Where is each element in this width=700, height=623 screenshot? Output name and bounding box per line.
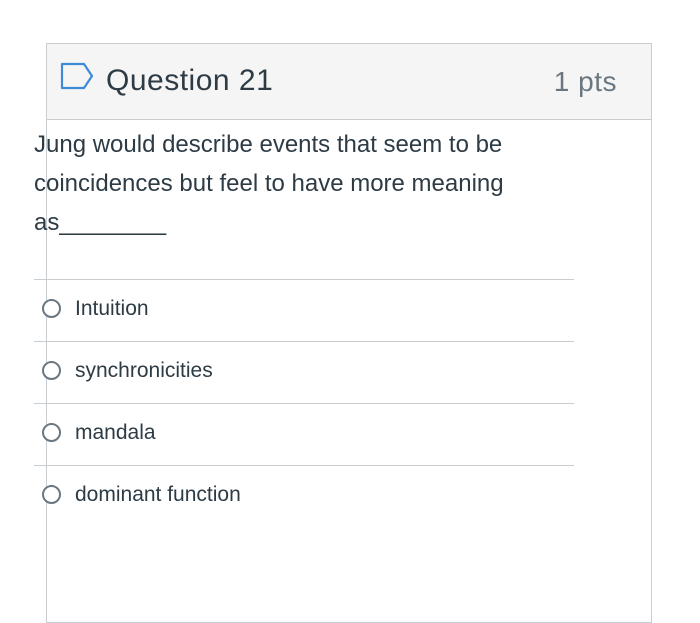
answer-option[interactable]: synchronicities [34, 341, 574, 403]
radio-button[interactable] [42, 361, 61, 380]
answer-label[interactable]: Intuition [75, 296, 149, 322]
question-header: Question 21 1 pts [47, 44, 651, 120]
question-points: 1 pts [553, 66, 617, 97]
radio-button[interactable] [42, 423, 61, 442]
radio-button[interactable] [42, 485, 61, 504]
question-title: Question 21 [106, 64, 274, 97]
answer-option[interactable]: mandala [34, 403, 574, 465]
question-text: Jung would describe events that seem to … [34, 131, 504, 236]
answer-list: Intuition synchronicities mandala domina… [34, 279, 574, 527]
answer-option[interactable]: dominant function [34, 465, 574, 527]
answer-label[interactable]: synchronicities [75, 358, 213, 384]
answer-label[interactable]: dominant function [75, 482, 241, 508]
answer-label[interactable]: mandala [75, 420, 156, 446]
answer-option[interactable]: Intuition [34, 279, 574, 341]
radio-button[interactable] [42, 299, 61, 318]
flag-question-icon[interactable] [60, 62, 94, 90]
